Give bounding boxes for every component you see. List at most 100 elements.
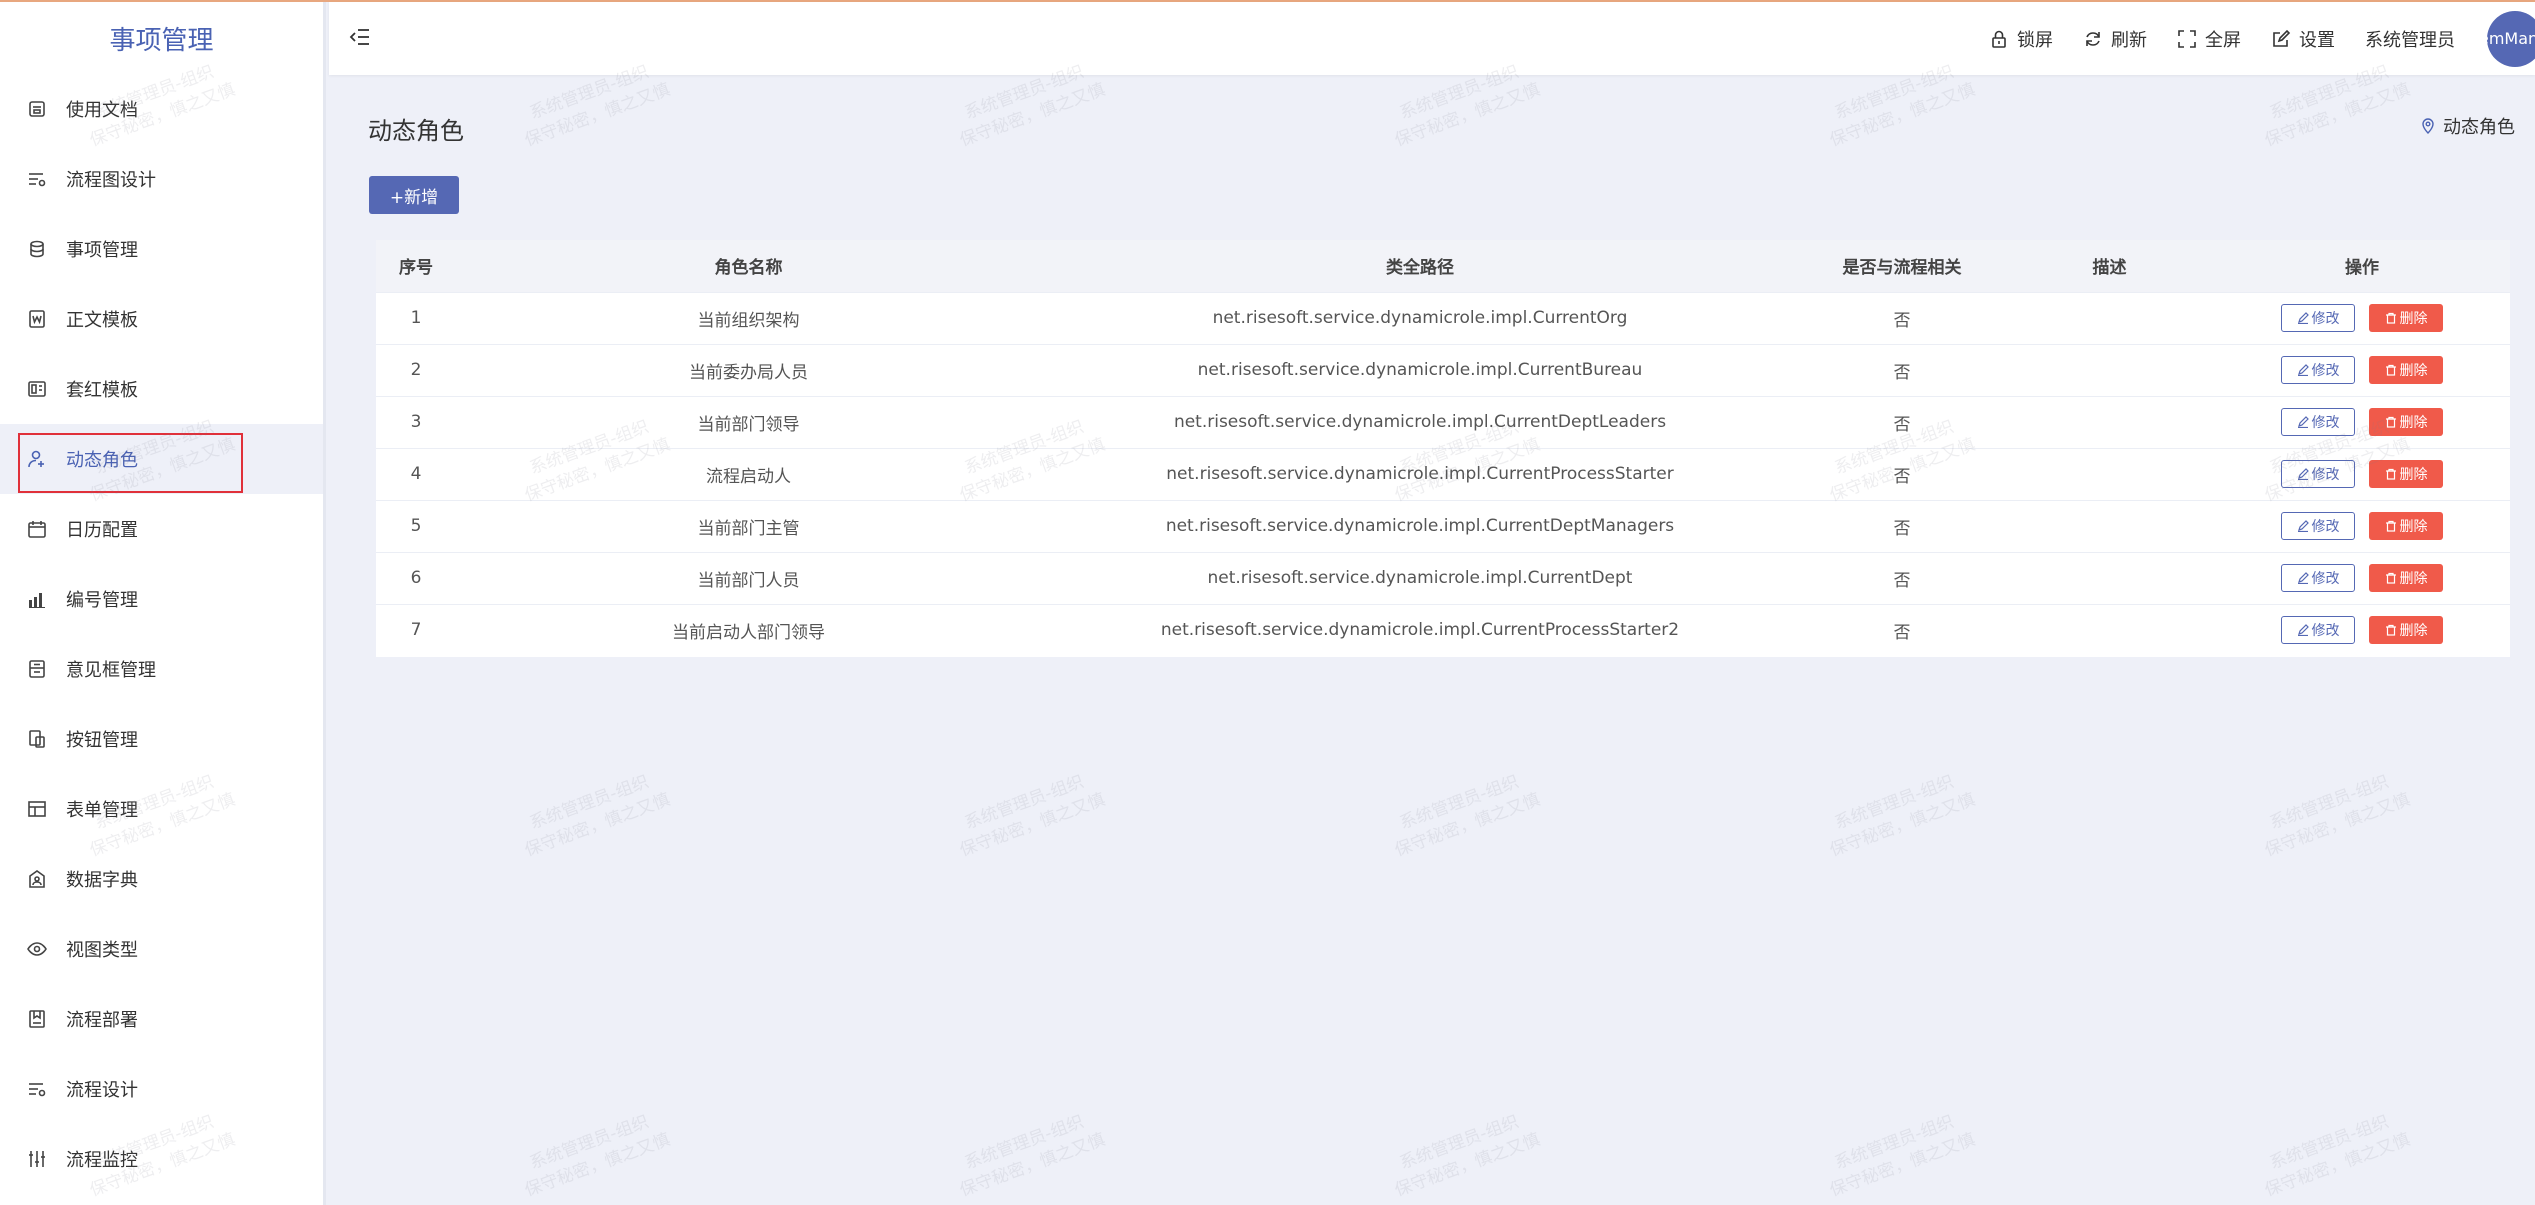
sidebar-item-label: 事项管理 — [66, 240, 138, 261]
edit-button[interactable]: 修改 — [2281, 616, 2355, 645]
sidebar-item-number-management[interactable]: 编号管理 — [0, 564, 323, 634]
sidebar-item-label: 正文模板 — [66, 310, 138, 331]
edit-button[interactable]: 修改 — [2281, 356, 2355, 384]
sidebar-item-label: 流程设计 — [66, 1080, 138, 1101]
cell-role-name: 当前部门主管 — [697, 518, 800, 539]
sidebar-item-dynamic-role[interactable]: 动态角色 — [0, 424, 323, 494]
sidebar-item-view-type[interactable]: 视图类型 — [0, 914, 323, 984]
edit-button[interactable]: 修改 — [2281, 408, 2355, 436]
cell-index: 1 — [410, 308, 422, 328]
trash-icon — [2385, 416, 2396, 428]
sidebar-item-button-management[interactable]: 按钮管理 — [0, 704, 323, 774]
delete-button[interactable]: 删除 — [2369, 512, 2443, 540]
refresh-label: 刷新 — [2111, 29, 2147, 51]
table-row: 4 流程启动人 net.risesoft.service.dynamicrole.i… — [376, 448, 2510, 500]
sidebar-item-red-template[interactable]: 套红模板 — [0, 354, 323, 424]
delete-label: 删除 — [2399, 571, 2428, 587]
edit-label: 修改 — [2311, 571, 2340, 587]
sidebar-item-flowchart-design[interactable]: 流程图设计 — [0, 144, 323, 214]
delete-label: 删除 — [2399, 467, 2428, 483]
settings-button[interactable]: 设置 — [2271, 26, 2335, 52]
sidebar-item-process-monitor[interactable]: 流程监控 — [0, 1124, 323, 1194]
cell-description — [2005, 604, 2214, 656]
cell-operations: 修改 删除 — [2214, 552, 2510, 604]
cell-class-path: net.risesoft.service.dynamicrole.impl.Cu… — [1165, 516, 1675, 536]
fullscreen-button[interactable]: 全屏 — [2177, 26, 2241, 52]
dictionary-icon — [26, 868, 48, 890]
lock-screen-button[interactable]: 锁屏 — [1989, 26, 2053, 52]
delete-button[interactable]: 删除 — [2369, 616, 2443, 645]
edit-button[interactable]: 修改 — [2281, 564, 2355, 592]
sidebar-item-label: 日历配置 — [66, 520, 138, 541]
cell-role-name: 当前启动人部门领导 — [672, 622, 825, 643]
table-row: 7 当前启动人部门领导 net.risesoft.service.dynamicro… — [376, 604, 2510, 656]
avatar[interactable]: emMan — [2487, 10, 2535, 67]
cell-process-related: 否 — [1893, 414, 1911, 435]
cell-operations: 修改 删除 — [2214, 500, 2510, 552]
edit-label: 修改 — [2311, 311, 2340, 327]
delete-button[interactable]: 删除 — [2369, 460, 2443, 488]
cell-operations: 修改 删除 — [2214, 604, 2510, 656]
cell-index: 2 — [410, 360, 422, 380]
column-header-role-name: 角色名称 — [714, 258, 783, 279]
edit-icon — [2297, 312, 2309, 324]
sidebar-item-label: 使用文档 — [66, 100, 138, 121]
collapse-sidebar-button[interactable] — [347, 24, 373, 50]
delete-button[interactable]: 删除 — [2369, 356, 2443, 384]
sidebar-item-text-template[interactable]: 正文模板 — [0, 284, 323, 354]
delete-label: 删除 — [2399, 623, 2428, 640]
sidebar-item-item-management[interactable]: 事项管理 — [0, 214, 323, 284]
sidebar-item-process-design[interactable]: 流程设计 — [0, 1054, 323, 1124]
sidebar-item-opinion-box[interactable]: 意见框管理 — [0, 634, 323, 704]
cell-operations: 修改 删除 — [2214, 344, 2510, 396]
eye-icon — [26, 938, 48, 960]
table-icon — [26, 798, 48, 820]
delete-button[interactable]: 删除 — [2369, 304, 2443, 332]
table-row: 3 当前部门领导 net.risesoft.service.dynamicrole.… — [376, 396, 2510, 448]
sidebar-item-label: 数据字典 — [66, 870, 138, 891]
sidebar-item-data-dictionary[interactable]: 数据字典 — [0, 844, 323, 914]
sidebar-item-form-management[interactable]: 表单管理 — [0, 774, 323, 844]
user-name[interactable]: 系统管理员 — [2365, 26, 2455, 52]
table-row: 6 当前部门人员 net.risesoft.service.dynamicrole.… — [376, 552, 2510, 604]
delete-button[interactable]: 删除 — [2369, 564, 2443, 592]
edit-button[interactable]: 修改 — [2281, 304, 2355, 332]
button-copy-icon — [26, 728, 48, 750]
cell-role-name: 当前部门人员 — [697, 570, 800, 591]
edit-icon — [2297, 572, 2309, 584]
cell-class-path: net.risesoft.service.dynamicrole.impl.Cu… — [1212, 308, 1628, 328]
page-title: 动态角色 — [368, 117, 464, 145]
column-header-operations: 操作 — [2345, 258, 2379, 279]
add-button[interactable]: +新增 — [369, 176, 459, 214]
header-actions: 锁屏 刷新 全屏 设置 系统管理员 emMan — [1989, 2, 2535, 75]
edit-button[interactable]: 修改 — [2281, 512, 2355, 540]
opinion-box-icon — [26, 658, 48, 680]
delete-button[interactable]: 删除 — [2369, 408, 2443, 436]
sidebar-item-process-deploy[interactable]: 流程部署 — [0, 984, 323, 1054]
template-icon — [26, 378, 48, 400]
breadcrumb-label[interactable]: 动态角色 — [2443, 113, 2515, 139]
settings-label: 设置 — [2299, 29, 2335, 51]
trash-icon — [2385, 468, 2396, 480]
trash-icon — [2385, 520, 2396, 532]
cell-class-path: net.risesoft.service.dynamicrole.impl.Cu… — [1173, 412, 1667, 432]
database-icon — [26, 238, 48, 260]
edit-label: 修改 — [2311, 415, 2340, 431]
cell-role-name: 流程启动人 — [706, 466, 791, 487]
bar-chart-icon — [26, 588, 48, 610]
cell-description — [2005, 448, 2214, 500]
cell-process-related: 否 — [1893, 518, 1911, 539]
sidebar-item-calendar-config[interactable]: 日历配置 — [0, 494, 323, 564]
lock-icon — [1992, 30, 2006, 48]
cell-index: 5 — [410, 516, 422, 536]
cell-class-path: net.risesoft.service.dynamicrole.impl.Cu… — [1207, 568, 1633, 588]
cell-description — [2005, 292, 2214, 344]
indent-icon — [349, 29, 369, 45]
sidebar-item-usage-docs[interactable]: 使用文档 — [0, 74, 323, 144]
refresh-button[interactable]: 刷新 — [2083, 26, 2147, 52]
edit-button[interactable]: 修改 — [2281, 460, 2355, 488]
roles-table: 序号 角色名称 类全路径 是否与流程相关 描述 操作 1 当前组织架构 net.ri… — [376, 240, 2510, 657]
trash-icon — [2385, 312, 2396, 324]
sidebar-item-label: 流程图设计 — [66, 170, 156, 191]
sidebar-item-label: 套红模板 — [66, 380, 138, 401]
